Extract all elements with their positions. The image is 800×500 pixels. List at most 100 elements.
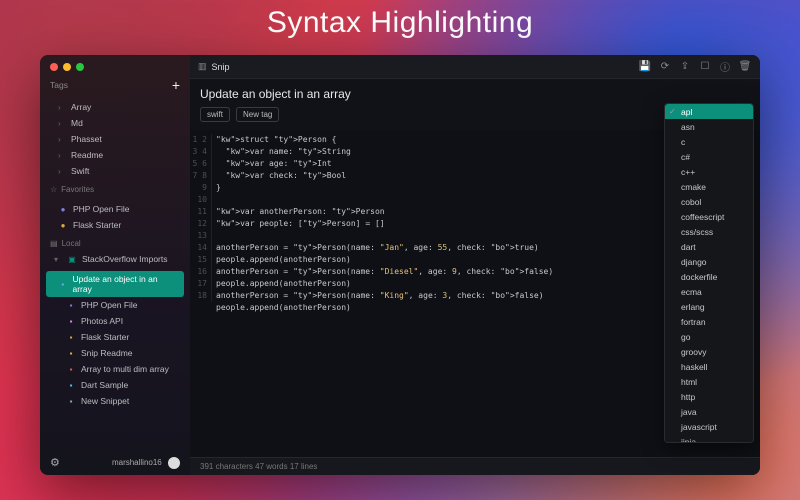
file-icon: ▪ [66, 397, 76, 406]
zoom-icon[interactable] [76, 63, 84, 71]
sidebar-snippet-item[interactable]: ▪Array to multi dim array [40, 361, 190, 377]
sidebar-tag-item[interactable]: › Phasset [40, 131, 190, 147]
snippet-tag[interactable]: New tag [236, 107, 279, 122]
file-icon: ▪ [66, 349, 76, 358]
language-option[interactable]: coffeescript [665, 209, 753, 224]
folder-label: StackOverflow Imports [82, 254, 168, 264]
chevron-right-icon: › [58, 119, 66, 128]
file-icon: ● [58, 205, 68, 214]
language-option[interactable]: html [665, 374, 753, 389]
sidebar-tag-item[interactable]: › Md [40, 115, 190, 131]
file-icon: ▪ [66, 365, 76, 374]
language-option[interactable]: django [665, 254, 753, 269]
chevron-right-icon: › [58, 167, 66, 176]
sidebar-snippet-item[interactable]: ▪ Flask Starter [40, 329, 190, 345]
language-option[interactable]: css/scss [665, 224, 753, 239]
favorite-label: PHP Open File [73, 204, 130, 214]
file-icon: ▪ [66, 301, 76, 310]
language-option[interactable]: c# [665, 149, 753, 164]
language-option[interactable]: haskell [665, 359, 753, 374]
bookmark-icon[interactable]: ☐ [698, 60, 712, 74]
language-option[interactable]: c [665, 134, 753, 149]
github-avatar-icon[interactable] [168, 457, 180, 469]
language-option[interactable]: erlang [665, 299, 753, 314]
snippet-label: Photos API [81, 316, 123, 326]
file-icon: ▪ [66, 381, 76, 390]
chevron-right-icon: › [58, 135, 66, 144]
tag-label: Md [71, 118, 83, 128]
favorite-label: Flask Starter [73, 220, 121, 230]
file-icon: ▪ [58, 280, 68, 289]
sidebar-snippet-item[interactable]: ▪ Update an object in an array [46, 271, 184, 297]
language-option[interactable]: java [665, 404, 753, 419]
file-icon: ● [58, 221, 68, 230]
close-icon[interactable] [50, 63, 58, 71]
status-bar: 391 characters 47 words 17 lines [190, 457, 760, 475]
snippet-label: PHP Open File [81, 300, 138, 310]
language-option[interactable]: go [665, 329, 753, 344]
sidebar-tag-item[interactable]: › Readme [40, 147, 190, 163]
page-banner: Syntax Highlighting [0, 6, 800, 40]
line-gutter: 1 2 3 4 5 6 7 8 9 10 11 12 13 14 15 16 1… [190, 134, 212, 302]
app-window: Tags + ›Array›Md›Phasset›Readme›Swift ☆F… [40, 55, 760, 475]
language-option[interactable]: http [665, 389, 753, 404]
sidebar-snippet-item[interactable]: ▪ Snip Readme [40, 345, 190, 361]
language-option[interactable]: asn [665, 119, 753, 134]
trash-icon[interactable]: 🗑 [738, 60, 752, 74]
snippet-label: Flask Starter [81, 332, 129, 342]
minimize-icon[interactable] [63, 63, 71, 71]
snippet-label: New Snippet [81, 396, 129, 406]
folder-icon: ▣ [67, 255, 77, 264]
language-option[interactable]: groovy [665, 344, 753, 359]
local-section-label: ▤Local [40, 233, 190, 251]
username: marshallino16 [112, 458, 162, 467]
tag-label: Array [71, 102, 91, 112]
favorites-list: ● PHP Open File ● Flask Starter [40, 197, 190, 233]
sidebar-snippet-item[interactable]: ▪Photos API [40, 313, 190, 329]
local-folder[interactable]: ▾ ▣ StackOverflow Imports [40, 251, 190, 267]
snippet-label: Snip Readme [81, 348, 133, 358]
local-list: ▪ Update an object in an array ▪ PHP Open F… [40, 267, 190, 409]
language-dropdown[interactable]: aplasncc#c++cmakecobolcoffeescriptcss/sc… [664, 103, 754, 443]
language-option[interactable]: fortran [665, 314, 753, 329]
language-option[interactable]: c++ [665, 164, 753, 179]
sidebar-favorite-item[interactable]: ● Flask Starter [40, 217, 190, 233]
sidebar-toggle-icon[interactable]: ▥ [198, 61, 207, 72]
tag-label: Readme [71, 150, 103, 160]
sidebar-snippet-item[interactable]: ▪ Dart Sample [40, 377, 190, 393]
sidebar-header: Tags + [40, 75, 190, 95]
info-icon[interactable]: ⓘ [718, 60, 732, 74]
sidebar-tag-item[interactable]: ›Array [40, 99, 190, 115]
chevron-right-icon: › [58, 151, 66, 160]
snippet-label: Update an object in an array [73, 274, 175, 294]
snippet-title[interactable]: Update an object in an array [200, 87, 750, 101]
language-option[interactable]: cobol [665, 194, 753, 209]
app-title: Snip [212, 62, 230, 72]
sidebar-snippet-item[interactable]: ▪ PHP Open File [40, 297, 190, 313]
language-option[interactable]: javascript [665, 419, 753, 434]
tags-section-label: Tags [50, 80, 68, 90]
chevron-down-icon: ▾ [54, 255, 62, 264]
language-option[interactable]: dockerfile [665, 269, 753, 284]
save-icon[interactable]: 💾 [638, 60, 652, 74]
file-icon: ▪ [66, 333, 76, 342]
language-option[interactable]: ecma [665, 284, 753, 299]
snippet-label: Dart Sample [81, 380, 128, 390]
share-icon[interactable]: ⇪ [678, 60, 692, 74]
main-panel: ▥ Snip 💾 ⟳ ⇪ ☐ ⓘ 🗑 Update an object in a… [190, 55, 760, 475]
sidebar-tag-item[interactable]: ›Swift [40, 163, 190, 179]
language-option[interactable]: jinja [665, 434, 753, 443]
language-option[interactable]: cmake [665, 179, 753, 194]
snippet-tag[interactable]: swift [200, 107, 230, 122]
sidebar-snippet-item[interactable]: ▪ New Snippet [40, 393, 190, 409]
favorites-section-label: ☆Favorites [40, 179, 190, 197]
add-button[interactable]: + [172, 77, 180, 93]
sidebar-favorite-item[interactable]: ● PHP Open File [40, 201, 190, 217]
language-option[interactable]: apl [665, 104, 753, 119]
window-controls [40, 55, 190, 75]
settings-icon[interactable]: ⚙ [50, 456, 60, 469]
tag-label: Phasset [71, 134, 102, 144]
sync-icon[interactable]: ⟳ [658, 60, 672, 74]
tags-list: ›Array›Md›Phasset›Readme›Swift [40, 95, 190, 179]
language-option[interactable]: dart [665, 239, 753, 254]
